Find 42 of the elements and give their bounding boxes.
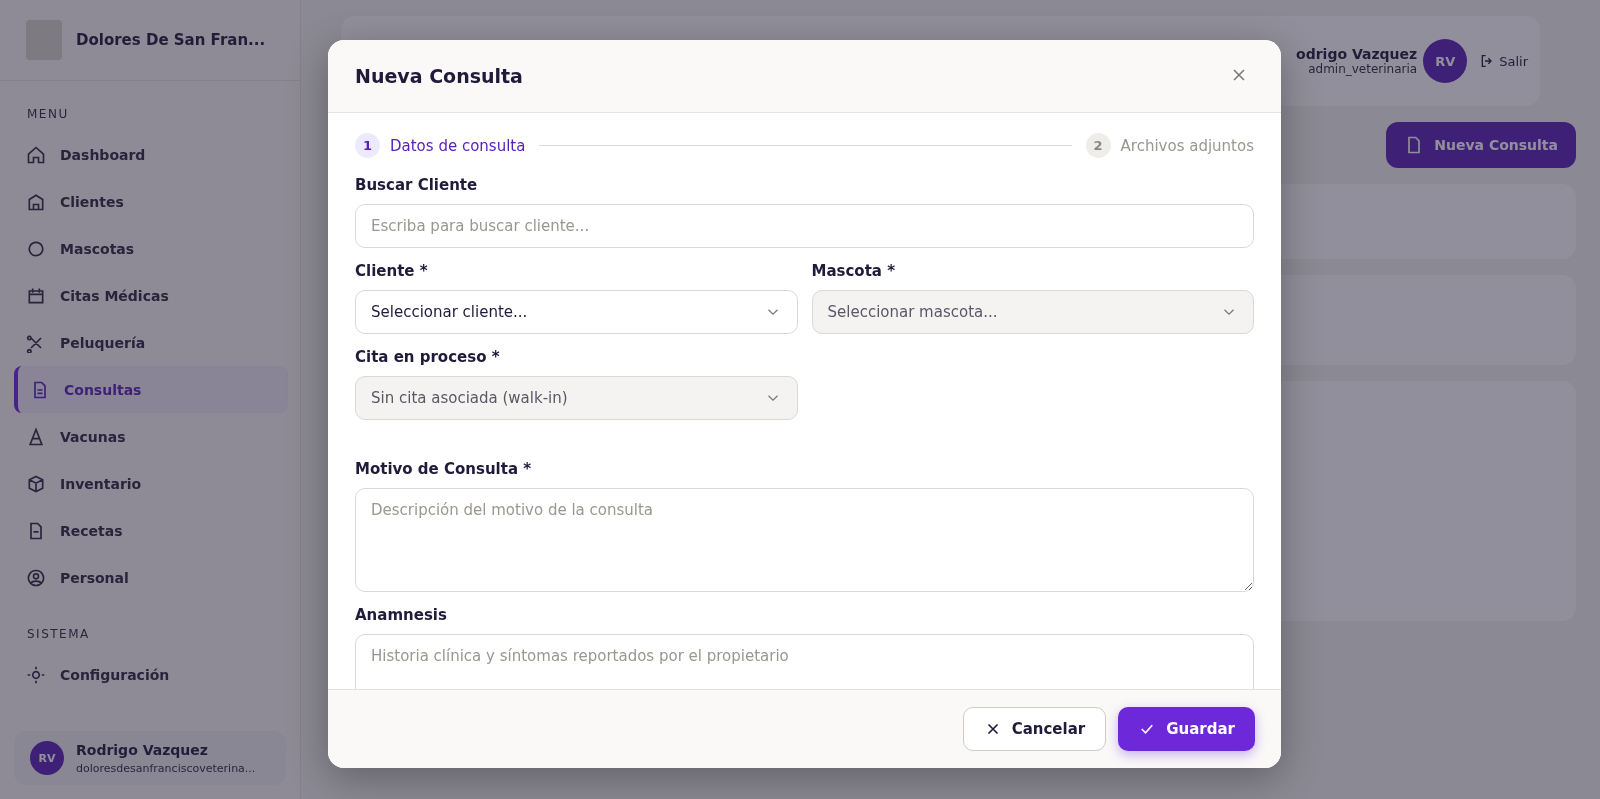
clinic-name: Dolores De San Fran... <box>76 31 266 49</box>
section-heading: MENU <box>26 106 70 123</box>
nav-item[interactable]: Configuración <box>0 651 288 698</box>
select-field[interactable]: Seleccionar cliente... <box>355 290 798 334</box>
nav-icon <box>26 567 46 588</box>
nav-icon <box>26 426 46 447</box>
nav-item[interactable]: Recetas <box>0 507 288 554</box>
cancel-button[interactable]: Cancelar <box>962 707 1107 751</box>
field-label: Mascota * <box>811 262 897 280</box>
text-area[interactable]: Descripción del motivo de la consulta <box>355 488 1254 592</box>
logout-button[interactable]: Salir <box>1473 52 1534 70</box>
nav-item[interactable]: Dashboard <box>0 131 288 178</box>
nav-item[interactable]: Clientes <box>0 178 288 225</box>
field-label: Buscar Cliente <box>355 176 479 194</box>
save-button[interactable]: Guardar <box>1118 707 1255 751</box>
field-label: Cita en proceso * <box>355 348 501 366</box>
nav-icon <box>26 664 46 685</box>
user-avatar: RV <box>1423 39 1468 83</box>
user-name: Rodrigo Vazquez <box>76 741 209 758</box>
text-area[interactable]: Historia clínica y síntomas reportados por el propietario <box>355 634 1254 689</box>
user-name: odrigo Vazquez <box>1296 46 1418 62</box>
user-avatar: RV <box>30 741 64 775</box>
nav-item[interactable]: Peluquería <box>0 319 288 366</box>
nav-item[interactable]: Citas Médicas <box>0 272 288 319</box>
nav-item[interactable]: Vacunas <box>0 413 288 460</box>
nav-item[interactable]: Consultas <box>14 366 288 413</box>
nav-item[interactable]: Mascotas <box>0 225 288 272</box>
user-email: doloresdesanfranciscoveterina... <box>76 761 256 775</box>
section-heading: SISTEMA <box>26 626 91 643</box>
user-role: admin_veterinaria <box>1308 62 1418 76</box>
modal-title: Nueva Consulta <box>355 65 523 87</box>
new-consultation-button[interactable]: Nueva Consulta <box>1386 122 1576 168</box>
field-label: Cliente * <box>355 262 429 280</box>
nav-item[interactable]: Personal <box>0 554 288 601</box>
step-tab[interactable]: 2 Archivos adjuntos <box>1085 133 1254 158</box>
nav-icon <box>26 473 46 494</box>
step-tab[interactable]: 1 Datos de consulta <box>355 133 526 158</box>
nav-item[interactable]: Inventario <box>0 460 288 507</box>
nav-icon <box>26 144 46 165</box>
field-label: Anamnesis <box>355 606 448 624</box>
search-field[interactable]: Escriba para buscar cliente... <box>355 204 1254 248</box>
field-label: Motivo de Consulta * <box>355 460 533 478</box>
